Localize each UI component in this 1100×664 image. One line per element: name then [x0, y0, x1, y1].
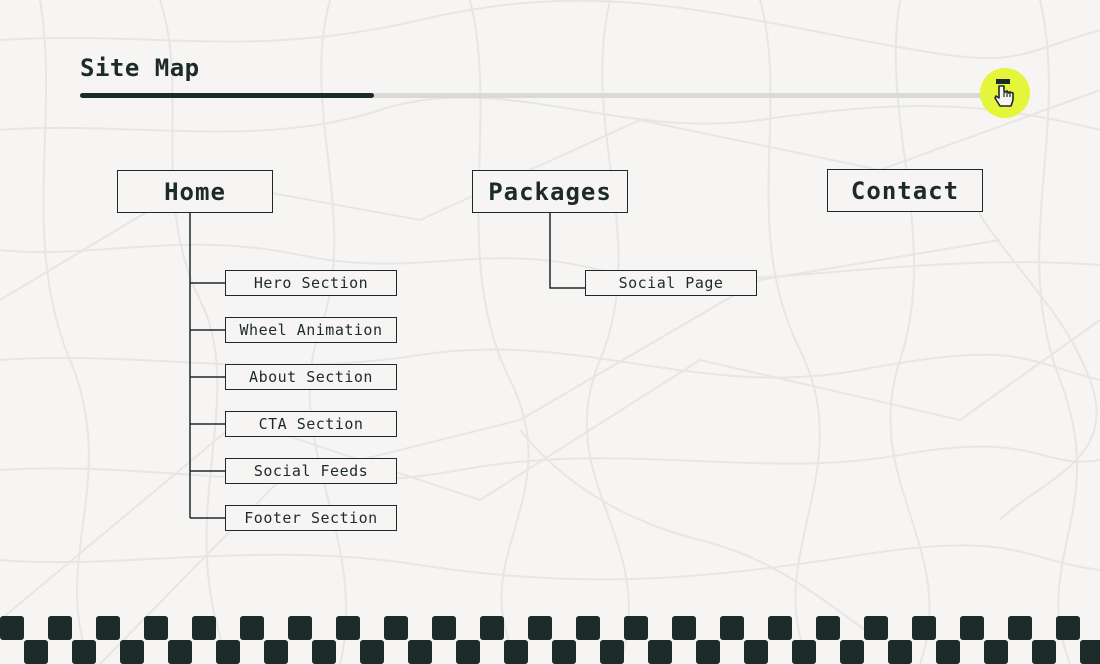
checker-cell — [648, 640, 672, 664]
checker-cell — [888, 640, 912, 664]
pointing-hand-glyph — [994, 79, 1014, 107]
checker-cell — [24, 640, 48, 664]
node-wheel-animation[interactable]: Wheel Animation — [225, 317, 397, 343]
node-packages[interactable]: Packages — [472, 170, 628, 213]
checker-cell — [264, 640, 288, 664]
checker-cell — [120, 640, 144, 664]
node-social-page[interactable]: Social Page — [585, 270, 757, 296]
checker-cell — [336, 616, 360, 640]
checker-cell — [312, 640, 336, 664]
checker-cell — [96, 616, 120, 640]
checker-cell — [960, 616, 984, 640]
node-social-feeds[interactable]: Social Feeds — [225, 458, 397, 484]
node-footer-section[interactable]: Footer Section — [225, 505, 397, 531]
checker-cell — [792, 640, 816, 664]
packages-branch-line — [549, 213, 585, 289]
checker-cell — [1080, 640, 1100, 664]
checker-cell — [984, 640, 1008, 664]
checker-cell — [816, 616, 840, 640]
checker-cell — [72, 640, 96, 664]
node-home[interactable]: Home — [117, 170, 273, 213]
checker-cell — [840, 640, 864, 664]
checker-cell — [360, 640, 384, 664]
tree-connectors — [189, 213, 585, 519]
node-hero-section[interactable]: Hero Section — [225, 270, 397, 296]
checker-cell — [216, 640, 240, 664]
pointing-hand-icon[interactable] — [980, 68, 1030, 118]
checker-cell — [168, 640, 192, 664]
checker-cell — [552, 640, 576, 664]
checker-cell — [600, 640, 624, 664]
checker-cell — [288, 616, 312, 640]
checker-cell — [936, 640, 960, 664]
checker-cell — [624, 616, 648, 640]
page-title: Site Map — [80, 54, 200, 82]
checker-cell — [0, 616, 24, 640]
checker-cell — [528, 616, 552, 640]
node-cta-section[interactable]: CTA Section — [225, 411, 397, 437]
checker-cell — [696, 640, 720, 664]
checker-cell — [432, 616, 456, 640]
checker-cell — [384, 616, 408, 640]
checker-cell — [912, 616, 936, 640]
checker-cell — [720, 616, 744, 640]
node-about-section[interactable]: About Section — [225, 364, 397, 390]
checker-cell — [1032, 640, 1056, 664]
checker-cell — [192, 616, 216, 640]
checker-cell — [672, 616, 696, 640]
node-contact[interactable]: Contact — [827, 169, 983, 212]
checker-cell — [456, 640, 480, 664]
checker-cell — [408, 640, 432, 664]
checker-cell — [240, 616, 264, 640]
checker-cell — [744, 640, 768, 664]
checker-cell — [864, 616, 888, 640]
checkered-border — [0, 616, 1100, 664]
checker-cell — [576, 616, 600, 640]
progress-track — [80, 93, 1000, 98]
checker-cell — [144, 616, 168, 640]
progress-fill — [80, 93, 375, 98]
checker-cell — [1056, 616, 1080, 640]
checker-cell — [1008, 616, 1032, 640]
checker-cell — [504, 640, 528, 664]
checker-cell — [48, 616, 72, 640]
checker-cell — [768, 616, 792, 640]
checker-cell — [480, 616, 504, 640]
